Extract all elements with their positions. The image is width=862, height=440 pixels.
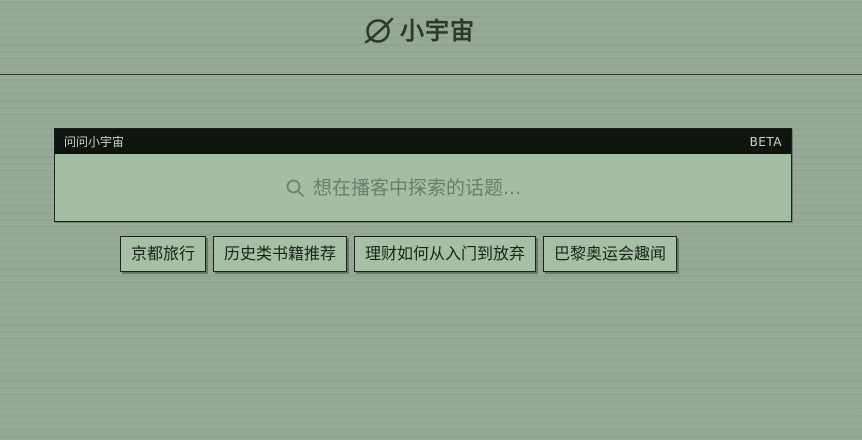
- beta-badge: BETA: [749, 134, 782, 149]
- ask-title: 问问小宇宙: [64, 135, 125, 149]
- search-bar[interactable]: [55, 154, 791, 221]
- search-input[interactable]: [313, 176, 561, 199]
- ask-panel: 问问小宇宙 BETA: [54, 128, 792, 222]
- logo[interactable]: 小宇宙: [362, 15, 475, 47]
- header: 小宇宙: [0, 0, 862, 75]
- suggestion-list: 京都旅行 历史类书籍推荐 理财如何从入门到放弃 巴黎奥运会趣闻: [120, 236, 684, 272]
- suggestion-chip[interactable]: 理财如何从入门到放弃: [354, 236, 537, 272]
- suggestion-chip[interactable]: 巴黎奥运会趣闻: [543, 236, 678, 272]
- suggestion-chip[interactable]: 历史类书籍推荐: [213, 236, 348, 272]
- ask-titlebar: 问问小宇宙 BETA: [55, 129, 791, 154]
- planet-icon: [364, 17, 394, 44]
- search-icon: [286, 179, 304, 197]
- suggestion-chip[interactable]: 京都旅行: [120, 236, 207, 272]
- logo-text: 小宇宙: [400, 17, 475, 45]
